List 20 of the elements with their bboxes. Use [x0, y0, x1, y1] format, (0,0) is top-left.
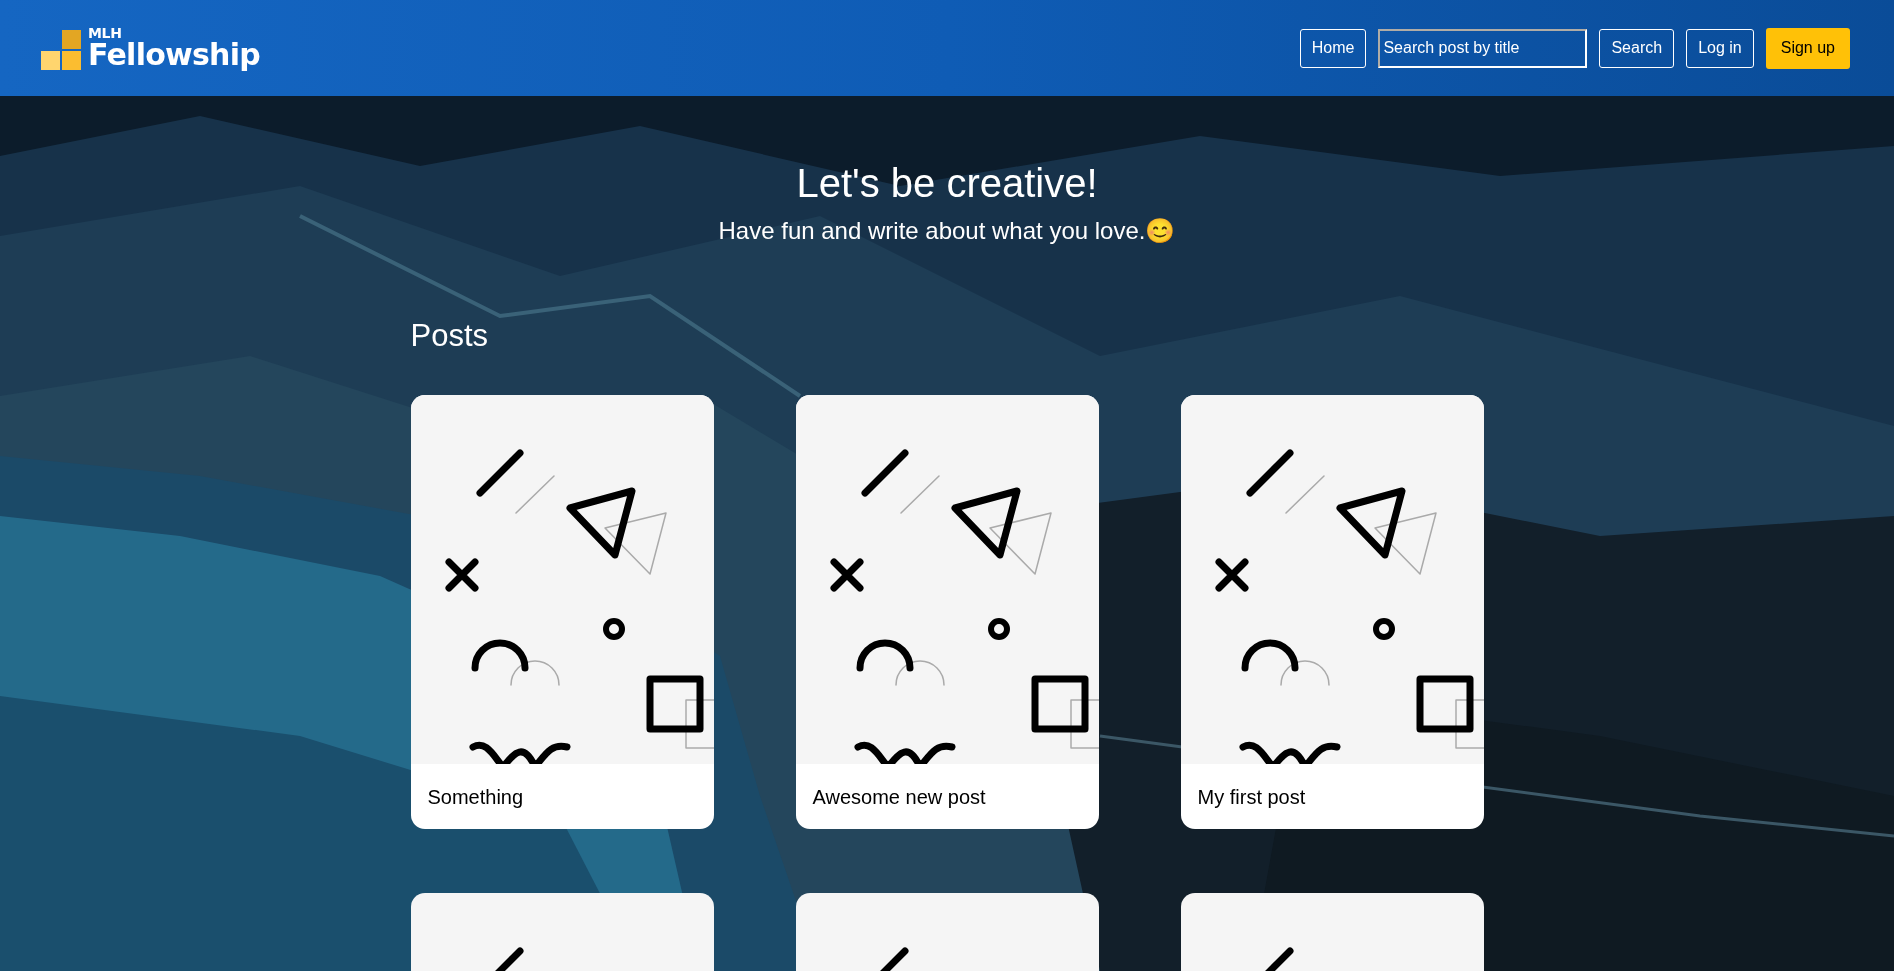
slash-icon [1263, 947, 1294, 971]
post-title: My first post [1197, 784, 1306, 810]
nav-button[interactable]: Home [1299, 28, 1367, 68]
post-title: Awesome new post [812, 784, 986, 810]
hero-subtitle: Have fun and write about what you love.😊 [718, 216, 1176, 246]
nav-button[interactable]: Log in [1686, 28, 1754, 68]
post-title: Something [427, 784, 524, 810]
logo-icon [41, 30, 81, 70]
signup-button[interactable]: Sign up [1765, 27, 1850, 69]
search-field[interactable]: Search post by title [1378, 28, 1588, 68]
posts-heading: Posts [410, 317, 490, 355]
logo-small-text: MLH [88, 26, 123, 40]
hero-title: Let's be creative! [796, 160, 1098, 207]
logo-text: Fellowship [88, 40, 260, 70]
post-card[interactable]: Awesome new post [795, 395, 1099, 829]
post-card[interactable]: Something [410, 395, 714, 829]
slash-icon [878, 947, 909, 971]
post-card[interactable]: My first post [1180, 395, 1484, 829]
nav-button[interactable]: Search [1599, 28, 1675, 68]
slash-icon [493, 947, 524, 971]
